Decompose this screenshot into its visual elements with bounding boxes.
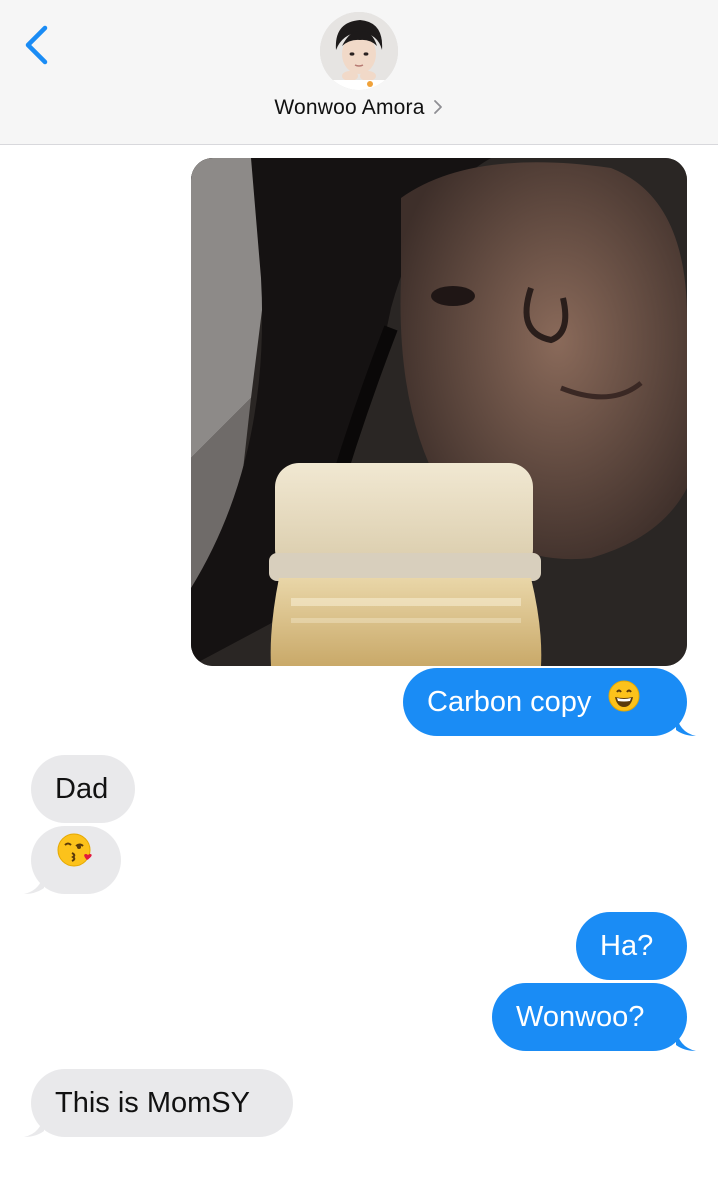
grinning-face-icon	[608, 669, 640, 737]
bubble-tail	[24, 1113, 44, 1137]
chevron-right-icon	[433, 97, 444, 120]
bubble-tail	[676, 1027, 696, 1051]
outgoing-message[interactable]: Carbon copy	[403, 668, 687, 736]
message-text: Wonwoo?	[516, 1001, 645, 1033]
photo-message[interactable]	[191, 158, 687, 666]
back-button[interactable]	[18, 20, 58, 70]
message-text: This is MomSY	[55, 1087, 250, 1119]
bubble-tail	[676, 712, 696, 736]
incoming-message[interactable]: This is MomSY	[31, 1069, 293, 1137]
contact-avatar[interactable]	[320, 12, 398, 90]
incoming-message[interactable]: Dad	[31, 755, 135, 823]
chevron-left-icon	[25, 25, 48, 65]
incoming-message[interactable]	[31, 826, 121, 894]
outgoing-message[interactable]: Ha?	[576, 912, 687, 980]
contact-name-button[interactable]: Wonwoo Amora	[0, 96, 718, 120]
face-blowing-a-kiss-icon	[56, 827, 96, 895]
contact-name: Wonwoo Amora	[274, 96, 425, 119]
message-text: Carbon copy	[427, 686, 592, 718]
message-text: Dad	[55, 773, 109, 805]
bubble-tail	[24, 870, 44, 894]
outgoing-message[interactable]: Wonwoo?	[492, 983, 687, 1051]
conversation-header: Wonwoo Amora	[0, 0, 718, 145]
message-text: Ha?	[600, 930, 654, 962]
